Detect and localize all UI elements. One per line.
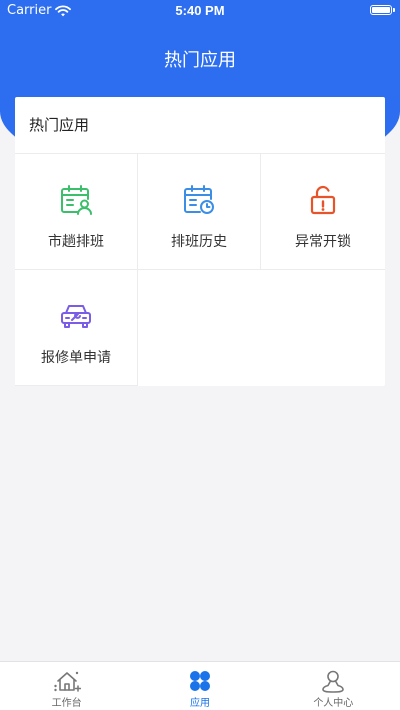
tab-workbench[interactable]: 工作台 xyxy=(0,662,133,710)
app-label: 报修单申请 xyxy=(41,350,111,366)
tab-bar: 工作台 应用 个人中心 xyxy=(0,661,400,710)
battery-icon xyxy=(370,5,395,15)
app-tile-schedule-history[interactable]: 排班历史 xyxy=(138,154,261,270)
app-label: 异常开锁 xyxy=(295,234,351,250)
clock: 5:40 PM xyxy=(175,3,225,18)
app-tile-schedule[interactable]: 市趟排班 xyxy=(15,154,138,270)
calendar-clock-icon xyxy=(184,185,214,214)
calendar-user-icon xyxy=(61,185,92,215)
tab-label: 个人中心 xyxy=(313,698,354,709)
tab-apps[interactable]: 应用 xyxy=(133,662,266,710)
hot-apps-card: 热门应用 市趟排班 排班历史 异常开锁 报修单申请 xyxy=(15,97,385,386)
status-bar: Carrier 5:40 PM xyxy=(0,0,400,22)
apps-grid: 市趟排班 排班历史 异常开锁 报修单申请 xyxy=(15,154,385,386)
tab-profile[interactable]: 个人中心 xyxy=(267,662,400,710)
card-title: 热门应用 xyxy=(15,97,385,154)
unlock-icon xyxy=(310,185,336,215)
app-tile-abnormal-unlock[interactable]: 异常开锁 xyxy=(261,154,385,270)
home-icon xyxy=(53,671,81,692)
person-icon xyxy=(322,670,345,693)
tab-label: 工作台 xyxy=(51,698,82,709)
page-title: 热门应用 xyxy=(164,50,236,71)
app-label: 市趟排班 xyxy=(48,234,104,250)
app-label: 排班历史 xyxy=(171,234,227,250)
app-tile-repair-request[interactable]: 报修单申请 xyxy=(15,270,138,386)
car-repair-icon xyxy=(61,305,91,328)
tab-label: 应用 xyxy=(189,698,210,709)
apps-icon xyxy=(189,671,210,691)
